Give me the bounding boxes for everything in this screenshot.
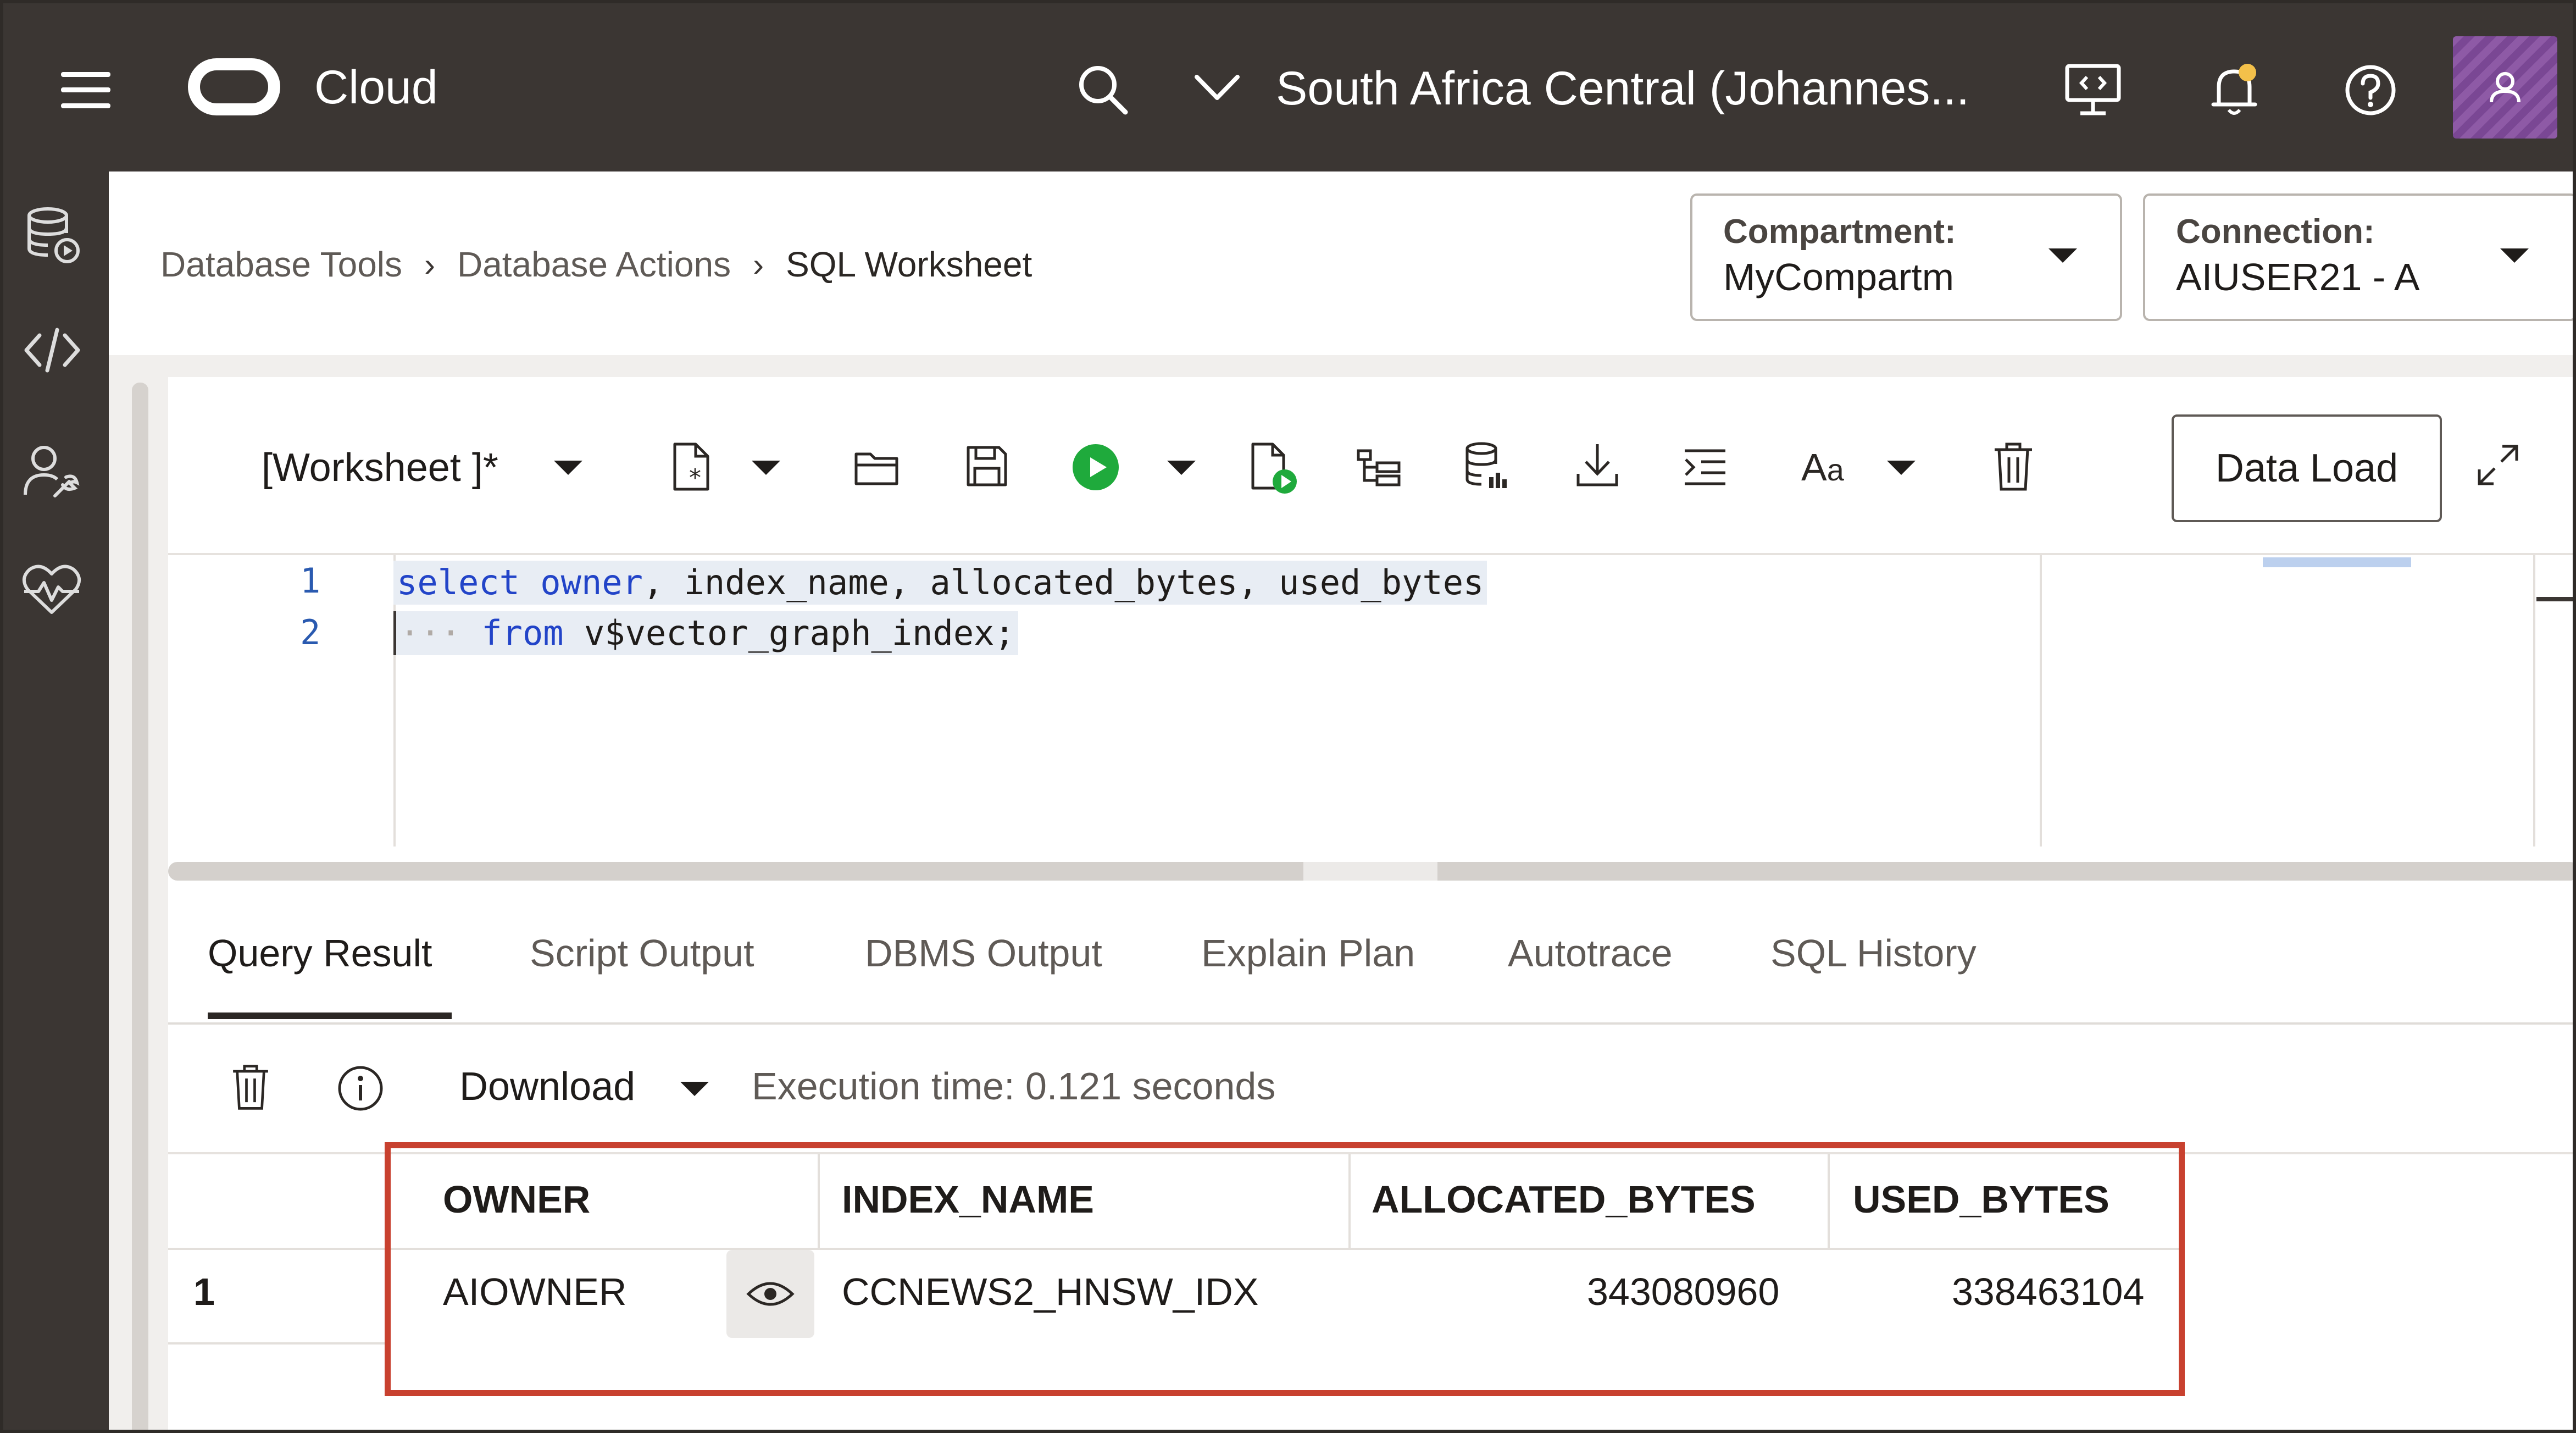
connection-select[interactable]: Connection: AIUSER21 - A — [2143, 193, 2573, 321]
region-selector[interactable]: South Africa Central (Johannes... — [1276, 58, 1969, 119]
user-settings-icon[interactable] — [22, 442, 82, 502]
sql-text: , index_name, allocated_bytes, used_byte… — [642, 562, 1484, 602]
font-size-icon[interactable]: Aa — [1801, 445, 1844, 489]
performance-heart-icon[interactable] — [20, 563, 84, 618]
sql-keyword: select — [397, 562, 520, 602]
new-menu-caret-icon[interactable] — [752, 461, 780, 475]
oracle-logo[interactable] — [188, 58, 280, 115]
compartment-label: Compartment: — [1723, 213, 1956, 251]
worksheet-name[interactable]: [Worksheet ]* — [262, 443, 498, 493]
app-window: Cloud South Africa Central (Johannes... — [0, 0, 2576, 1433]
expand-icon[interactable] — [2476, 443, 2520, 487]
sql-identifier: owner — [540, 562, 643, 602]
breadcrumb-database-tools[interactable]: Database Tools — [160, 244, 402, 285]
format-indent-icon[interactable] — [1681, 446, 1729, 488]
download-menu[interactable]: Download — [459, 1064, 635, 1109]
search-icon[interactable] — [1075, 62, 1130, 117]
autotrace-database-icon[interactable] — [1463, 441, 1512, 494]
tab-query-result[interactable]: Query Result — [208, 931, 432, 975]
user-profile-icon — [2490, 72, 2521, 103]
run-script-icon[interactable] — [1248, 441, 1301, 496]
download-icon[interactable] — [1574, 441, 1621, 490]
info-icon[interactable] — [336, 1064, 385, 1113]
explain-plan-icon[interactable] — [1355, 447, 1402, 488]
execution-time: Execution time: 0.121 seconds — [752, 1065, 1276, 1108]
notifications-bell-icon[interactable] — [2207, 62, 2262, 119]
code-icon[interactable] — [22, 325, 82, 375]
font-menu-caret-icon[interactable] — [1887, 461, 1916, 475]
download-caret-icon[interactable] — [680, 1082, 709, 1096]
sql-keyword: from — [481, 613, 564, 653]
indent-guides: ··· — [399, 613, 461, 653]
menu-icon[interactable] — [61, 72, 110, 108]
svg-text:*: * — [689, 464, 701, 492]
vertical-scrollbar[interactable] — [132, 383, 148, 1430]
new-worksheet-icon[interactable]: * — [670, 441, 714, 494]
sql-text: v$vector_graph_index; — [563, 613, 1015, 653]
trash-icon[interactable] — [1992, 441, 2034, 493]
help-icon[interactable] — [2343, 63, 2398, 118]
worksheet-menu-caret-icon[interactable] — [554, 461, 582, 475]
left-nav-rail — [3, 171, 109, 1430]
chevron-down-icon — [2048, 248, 2077, 263]
save-icon[interactable] — [964, 443, 1010, 489]
active-tab-indicator — [208, 1012, 452, 1019]
chevron-down-icon[interactable] — [1193, 73, 1241, 103]
run-menu-caret-icon[interactable] — [1167, 461, 1196, 475]
clear-results-trash-icon[interactable] — [231, 1063, 270, 1111]
breadcrumb-database-actions[interactable]: Database Actions — [457, 244, 731, 285]
run-statement-icon[interactable] — [1072, 443, 1120, 491]
chevron-down-icon — [2500, 248, 2529, 263]
connection-label: Connection: — [2176, 213, 2375, 251]
editor-minimap-border — [2040, 555, 2042, 846]
user-avatar[interactable] — [2453, 36, 2557, 139]
breadcrumb: Database Tools › Database Actions › SQL … — [160, 240, 1032, 289]
breadcrumb-current: SQL Worksheet — [786, 245, 1032, 284]
compartment-value: MyCompartm — [1723, 256, 1955, 298]
row-number: 1 — [193, 1270, 215, 1313]
tab-script-output[interactable]: Script Output — [530, 931, 754, 975]
breadcrumb-separator-icon: › — [753, 246, 764, 283]
line-number: 1 — [300, 561, 321, 601]
connection-value: AIUSER21 - A — [2176, 256, 2420, 298]
line-number: 2 — [300, 612, 321, 652]
minimap-highlight — [2263, 557, 2411, 567]
compartment-select[interactable]: Compartment: MyCompartm — [1690, 193, 2122, 321]
tab-autotrace[interactable]: Autotrace — [1508, 931, 1673, 975]
tab-explain-plan[interactable]: Explain Plan — [1201, 931, 1415, 975]
developer-tools-icon[interactable] — [2064, 63, 2122, 118]
grid-row-bottom-border — [168, 1342, 388, 1345]
database-icon[interactable] — [23, 206, 84, 266]
editor-scroll-border — [2533, 555, 2535, 846]
code-line-1[interactable]: select owner, index_name, allocated_byte… — [393, 561, 1487, 605]
editor-divider — [168, 553, 2573, 555]
open-folder-icon[interactable] — [853, 447, 902, 488]
tab-sql-history[interactable]: SQL History — [1770, 931, 1977, 975]
tab-dbms-output[interactable]: DBMS Output — [865, 931, 1102, 975]
result-highlight-box — [385, 1142, 2185, 1396]
top-bar: Cloud South Africa Central (Johannes... — [3, 3, 2573, 171]
code-line-2[interactable]: ··· from v$vector_graph_index; — [393, 611, 1018, 655]
minimap-marker — [2536, 597, 2573, 601]
data-load-button[interactable]: Data Load — [2172, 414, 2442, 522]
splitter-handle[interactable] — [1303, 862, 1437, 881]
breadcrumb-separator-icon: › — [424, 246, 435, 283]
brand-title[interactable]: Cloud — [314, 57, 438, 118]
